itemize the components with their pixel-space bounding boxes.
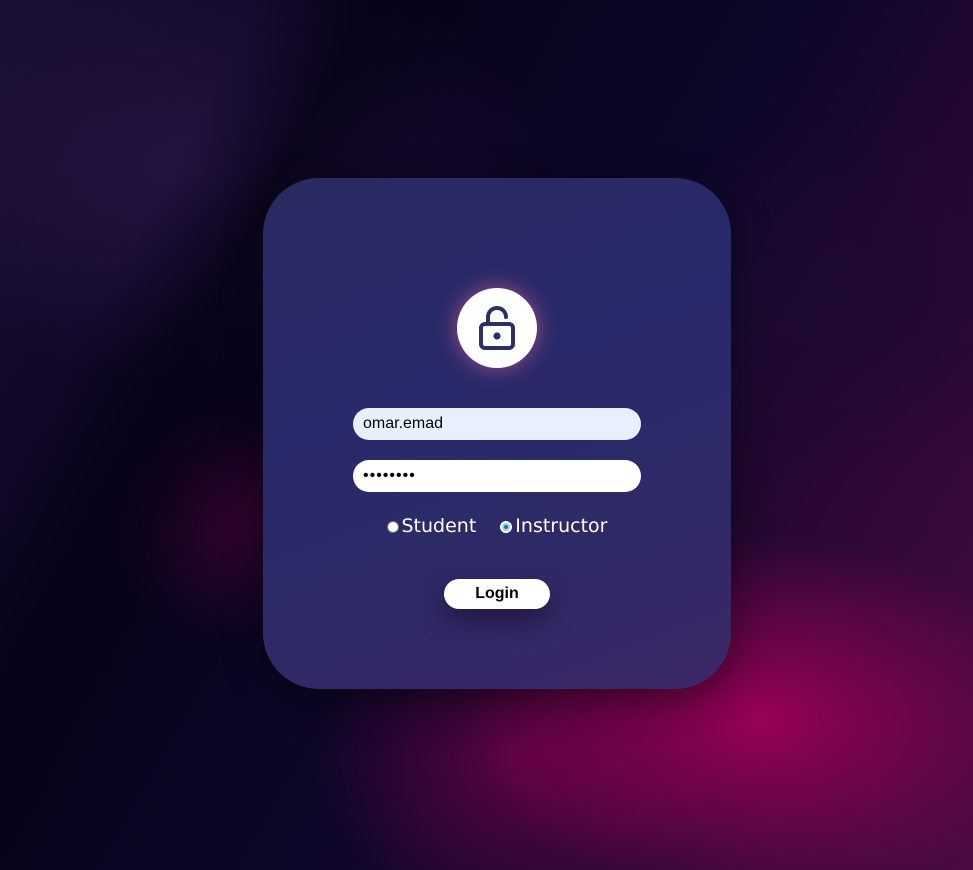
- role-selector: Student Instructor: [263, 515, 731, 537]
- lock-badge: [457, 288, 537, 368]
- unlock-icon: [479, 306, 515, 350]
- username-input[interactable]: [353, 408, 641, 440]
- role-student-radio[interactable]: [386, 521, 399, 533]
- role-instructor-option[interactable]: Instructor: [500, 515, 607, 537]
- role-instructor-radio[interactable]: [500, 521, 513, 533]
- login-button[interactable]: Login: [444, 579, 550, 609]
- role-instructor-label: Instructor: [515, 515, 608, 537]
- login-card: Student Instructor Login: [263, 178, 731, 689]
- role-student-option[interactable]: Student: [386, 515, 477, 537]
- password-input[interactable]: [353, 460, 641, 492]
- role-student-label: Student: [401, 515, 477, 537]
